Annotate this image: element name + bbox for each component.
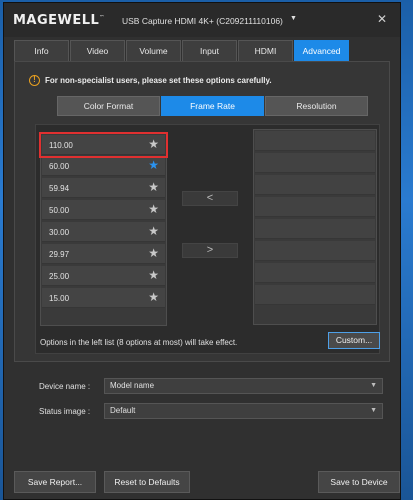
tab-volume[interactable]: Volume [126, 40, 181, 61]
star-icon[interactable]: ★ [148, 203, 159, 215]
tab-hdmi[interactable]: HDMI [238, 40, 293, 61]
device-name-dropdown[interactable]: Model name ▼ [104, 378, 383, 394]
available-frame-rate-list[interactable] [253, 129, 377, 325]
custom-button[interactable]: Custom... [328, 332, 380, 349]
chevron-down-icon[interactable]: ▼ [370, 379, 377, 393]
device-selector-label[interactable]: USB Capture HDMI 4K+ (C209211110106) [122, 16, 283, 26]
options-note: Options in the left list (8 options at m… [40, 338, 238, 347]
magewell-logo: MAGEWELL™ [13, 13, 105, 28]
list-item[interactable]: 60.00 ★ [42, 156, 165, 176]
tab-input[interactable]: Input [182, 40, 237, 61]
save-report-button[interactable]: Save Report... [14, 471, 96, 493]
list-item[interactable] [255, 197, 375, 217]
main-tabs: Info Video Volume Input HDMI Advanced [14, 40, 350, 61]
list-item[interactable] [255, 263, 375, 283]
star-icon[interactable]: ★ [148, 269, 159, 281]
close-icon[interactable]: ✕ [374, 11, 390, 27]
star-icon[interactable]: ★ [148, 247, 159, 259]
list-item[interactable]: 29.97 ★ [42, 244, 165, 264]
star-icon[interactable]: ★ [148, 225, 159, 237]
list-item[interactable]: 59.94 ★ [42, 178, 165, 198]
status-image-dropdown[interactable]: Default ▼ [104, 403, 383, 419]
advanced-subtabs: Color Format Frame Rate Resolution [57, 96, 369, 116]
advanced-panel: ! For non-specialist users, please set t… [14, 61, 390, 362]
subtab-frame-rate[interactable]: Frame Rate [161, 96, 264, 116]
list-item[interactable]: 30.00 ★ [42, 222, 165, 242]
list-item[interactable]: 25.00 ★ [42, 266, 165, 286]
active-frame-rate-list[interactable]: 110.00 ★ 60.00 ★ 59.94 ★ 50.00 ★ 30.00 ★… [39, 132, 168, 326]
list-item[interactable] [255, 131, 375, 151]
warning-message: For non-specialist users, please set the… [45, 76, 272, 85]
tab-video[interactable]: Video [70, 40, 125, 61]
save-to-device-button[interactable]: Save to Device [318, 471, 400, 493]
move-right-button[interactable]: > [182, 243, 238, 258]
list-item[interactable] [255, 285, 375, 305]
list-item[interactable] [255, 153, 375, 173]
reset-defaults-button[interactable]: Reset to Defaults [104, 471, 190, 493]
subtab-resolution[interactable]: Resolution [265, 96, 368, 116]
list-item[interactable]: 110.00 ★ [39, 132, 168, 158]
status-image-label: Status image : [39, 407, 91, 416]
device-selector-chevron-icon[interactable]: ▼ [290, 15, 297, 22]
list-item[interactable] [255, 219, 375, 239]
list-item[interactable] [255, 175, 375, 195]
frame-rate-editor: 110.00 ★ 60.00 ★ 59.94 ★ 50.00 ★ 30.00 ★… [35, 124, 380, 354]
list-item[interactable]: 15.00 ★ [42, 288, 165, 308]
warning-icon: ! [29, 75, 40, 86]
chevron-down-icon[interactable]: ▼ [370, 404, 377, 418]
title-bar: MAGEWELL™ USB Capture HDMI 4K+ (C2092111… [4, 3, 400, 37]
star-icon[interactable]: ★ [148, 181, 159, 193]
settings-window: MAGEWELL™ USB Capture HDMI 4K+ (C2092111… [3, 2, 401, 500]
list-item[interactable] [255, 241, 375, 261]
star-icon[interactable]: ★ [148, 159, 159, 171]
list-item[interactable]: 50.00 ★ [42, 200, 165, 220]
device-name-label: Device name : [39, 382, 91, 391]
move-left-button[interactable]: < [182, 191, 238, 206]
star-icon[interactable]: ★ [148, 138, 159, 150]
star-icon[interactable]: ★ [148, 291, 159, 303]
tab-info[interactable]: Info [14, 40, 69, 61]
tab-advanced[interactable]: Advanced [294, 40, 349, 61]
subtab-color-format[interactable]: Color Format [57, 96, 160, 116]
